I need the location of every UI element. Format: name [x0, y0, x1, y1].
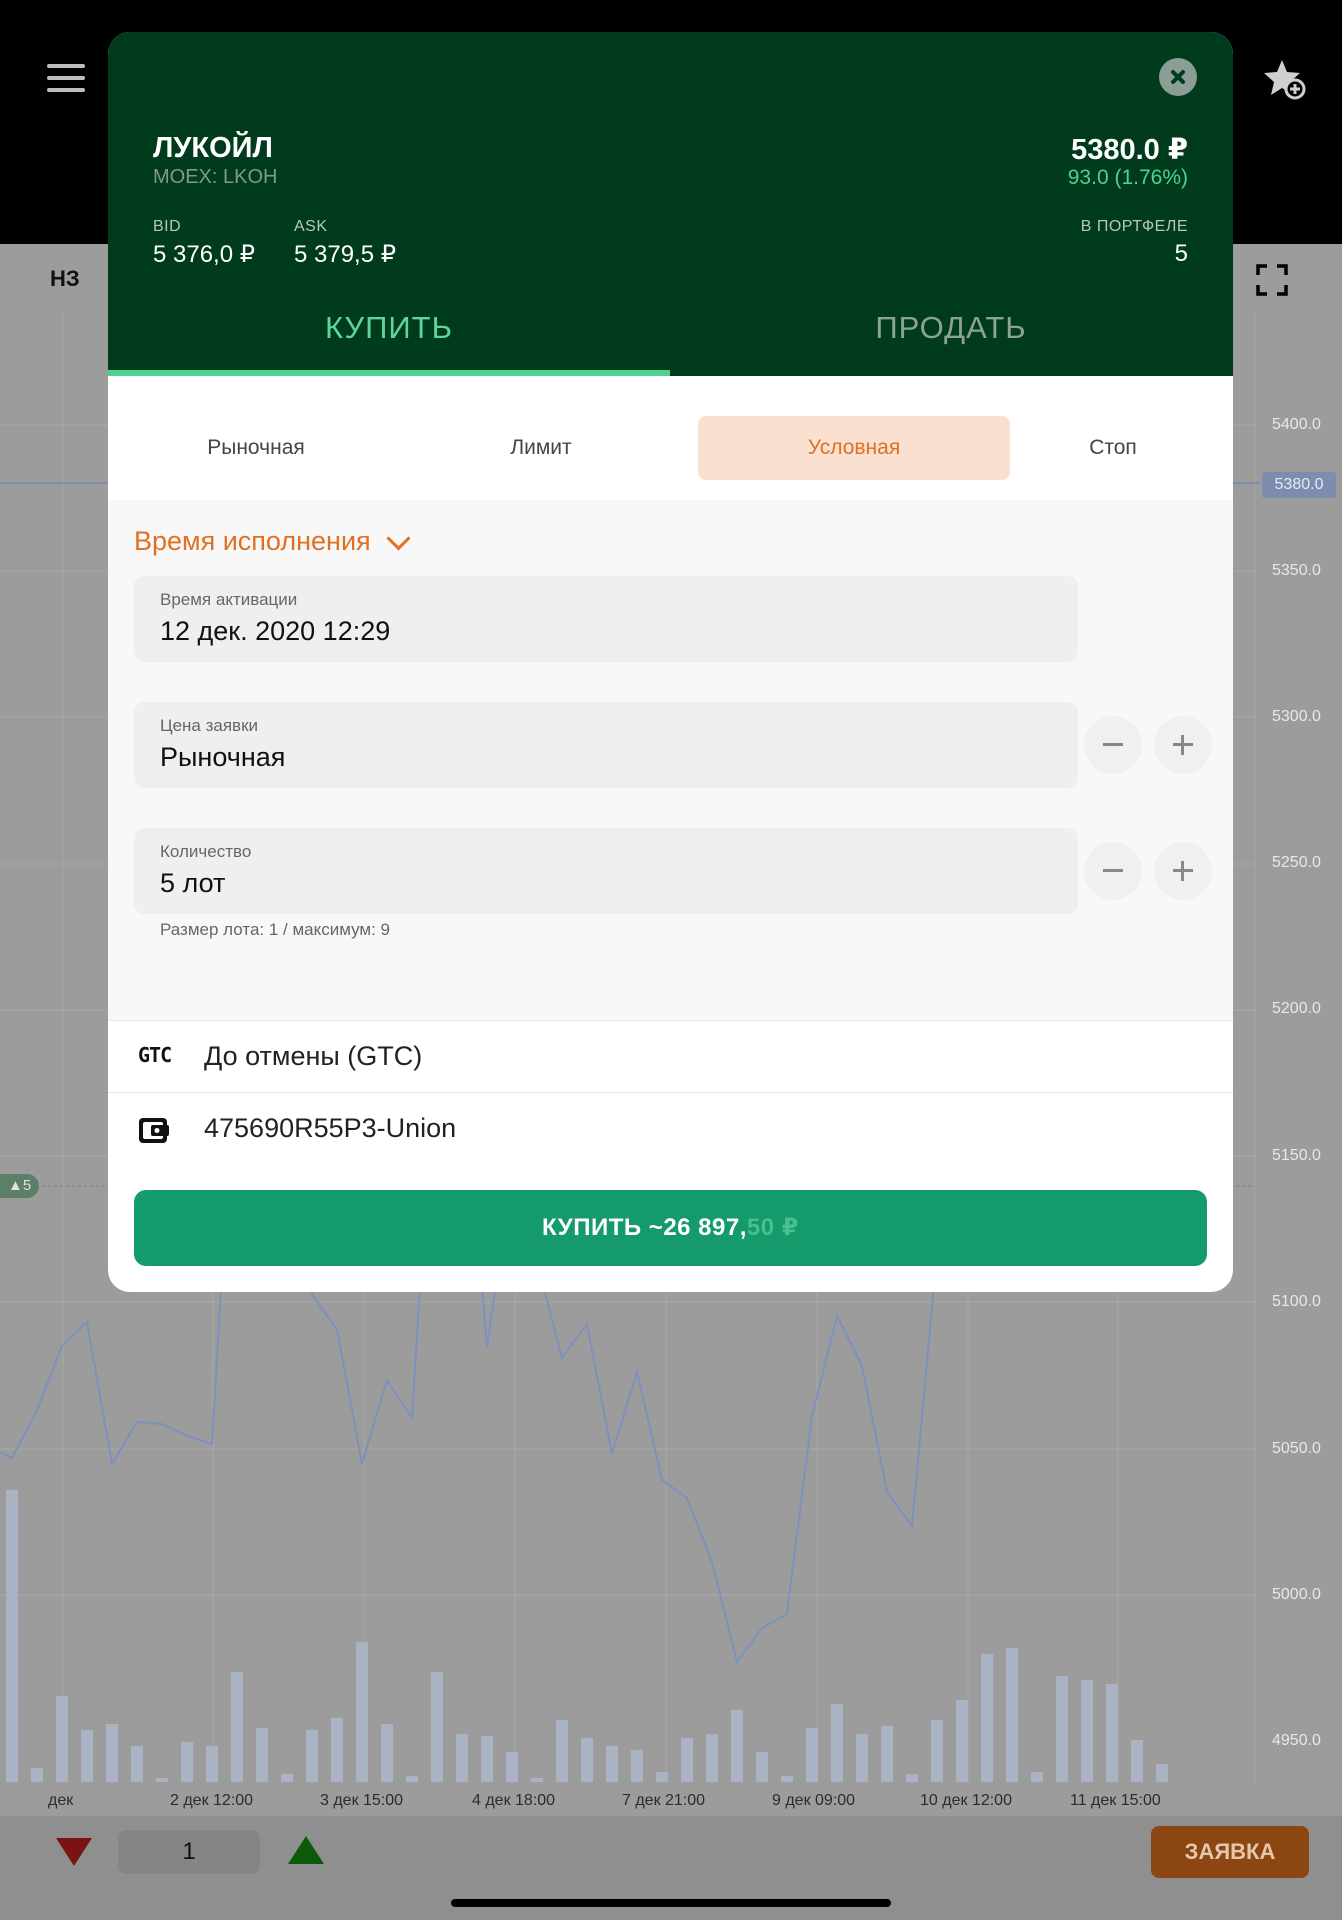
time-in-force-value: До отмены (GTC) — [204, 1041, 423, 1071]
fullscreen-icon[interactable] — [1256, 264, 1288, 296]
price-increase-button[interactable] — [1154, 716, 1212, 774]
y-tick: 5100.0 — [1272, 1293, 1321, 1310]
submit-amount-fraction: 50 ₽ — [746, 1214, 799, 1241]
y-tick: 5350.0 — [1272, 562, 1321, 579]
account-row[interactable]: 475690R55P3-Union — [108, 1092, 1233, 1163]
quantity-decrease-icon[interactable] — [56, 1838, 92, 1866]
order-type-limit[interactable]: Лимит — [408, 416, 674, 480]
quantity-input[interactable]: 1 — [118, 1830, 260, 1874]
menu-icon[interactable] — [47, 64, 85, 92]
y-tick: 5250.0 — [1272, 854, 1321, 871]
order-button[interactable]: ЗАЯВКА — [1151, 1826, 1309, 1878]
activation-time-label: Время активации — [160, 590, 298, 609]
gtc-icon: GTC — [138, 1043, 172, 1067]
x-tick: 11 дек 15:00 — [1070, 1792, 1161, 1809]
x-tick: 2 дек 12:00 — [170, 1792, 254, 1809]
y-tick: 5200.0 — [1272, 1000, 1321, 1017]
quantity-label: Количество — [160, 842, 252, 861]
portfolio-value: 5 — [1174, 240, 1188, 267]
y-tick: 4950.0 — [1272, 1732, 1321, 1749]
x-tick: 3 дек 15:00 — [320, 1792, 404, 1809]
submit-amount: КУПИТЬ ~26 897, — [542, 1214, 747, 1241]
order-price-field[interactable]: Цена заявки Рыночная — [134, 702, 1078, 788]
favorite-add-icon[interactable] — [1262, 56, 1308, 102]
quantity-increase-icon[interactable] — [288, 1836, 324, 1864]
order-type-selector: Рыночная Лимит Условная Стоп — [108, 376, 1233, 500]
price-decrease-button[interactable] — [1084, 716, 1142, 774]
y-tick: 5050.0 — [1272, 1440, 1321, 1457]
order-type-stop[interactable]: Стоп — [1038, 416, 1188, 480]
ask-label: ASK — [294, 218, 328, 235]
home-indicator — [451, 1899, 891, 1907]
execution-time-toggle[interactable]: Время исполнения — [134, 526, 371, 557]
instrument-exchange: MOEX: LKOH — [153, 166, 278, 188]
x-tick: 4 дек 18:00 — [472, 1792, 556, 1809]
quantity-value: 5 лот — [160, 868, 226, 898]
quantity-increase-button[interactable] — [1154, 842, 1212, 900]
close-icon[interactable] — [1159, 58, 1197, 96]
account-value: 475690R55P3-Union — [204, 1113, 457, 1143]
order-price-value: Рыночная — [160, 742, 286, 772]
bid-value: 5 376,0 ₽ — [153, 241, 256, 268]
bid-label: BID — [153, 218, 182, 235]
order-modal: ЛУКОЙЛ MOEX: LKOH 5380.0 ₽ 93.0 (1.76%) … — [108, 32, 1233, 1292]
order-type-conditional[interactable]: Условная — [698, 416, 1010, 480]
instrument-name: ЛУКОЙЛ — [153, 132, 273, 164]
quantity-field[interactable]: Количество 5 лот — [134, 828, 1078, 914]
current-price-tag: 5380.0 — [1262, 472, 1336, 498]
lot-size-hint: Размер лота: 1 / максимум: 9 — [160, 920, 391, 939]
y-tick: 5000.0 — [1272, 1586, 1321, 1603]
tab-buy[interactable]: КУПИТЬ — [108, 310, 670, 346]
wallet-icon — [139, 1118, 169, 1143]
position-marker: ▲5 — [0, 1174, 40, 1198]
ask-value: 5 379,5 ₽ — [294, 241, 397, 268]
volume-bars — [6, 1490, 1168, 1782]
price-change: 93.0 (1.76%) — [1067, 166, 1188, 189]
x-tick: дек — [48, 1792, 74, 1809]
order-price-label: Цена заявки — [160, 716, 259, 735]
last-price: 5380.0 ₽ — [1071, 134, 1188, 166]
tab-sell[interactable]: ПРОДАТЬ — [670, 310, 1232, 346]
quantity-decrease-button[interactable] — [1084, 842, 1142, 900]
order-type-market[interactable]: Рыночная — [148, 416, 364, 480]
y-tick: 5150.0 — [1272, 1147, 1321, 1164]
portfolio-label: В ПОРТФЕЛЕ — [1080, 218, 1188, 235]
time-in-force-row[interactable]: GTC До отмены (GTC) — [108, 1020, 1233, 1091]
instrument-header: ЛУКОЙЛ MOEX: LKOH 5380.0 ₽ 93.0 (1.76%) … — [108, 32, 1233, 376]
submit-buy-button[interactable]: КУПИТЬ ~26 897,50 ₽ — [134, 1190, 1207, 1266]
y-tick: 5300.0 — [1272, 708, 1321, 725]
chart-instrument-label: НЗ — [50, 266, 80, 291]
activation-time-field[interactable]: Время активации 12 дек. 2020 12:29 — [134, 576, 1078, 662]
y-tick: 5400.0 — [1272, 416, 1321, 433]
x-tick: 9 дек 09:00 — [772, 1792, 856, 1809]
x-tick: 10 дек 12:00 — [920, 1792, 1012, 1809]
activation-time-value: 12 дек. 2020 12:29 — [160, 616, 391, 646]
x-tick: 7 дек 21:00 — [622, 1792, 706, 1809]
